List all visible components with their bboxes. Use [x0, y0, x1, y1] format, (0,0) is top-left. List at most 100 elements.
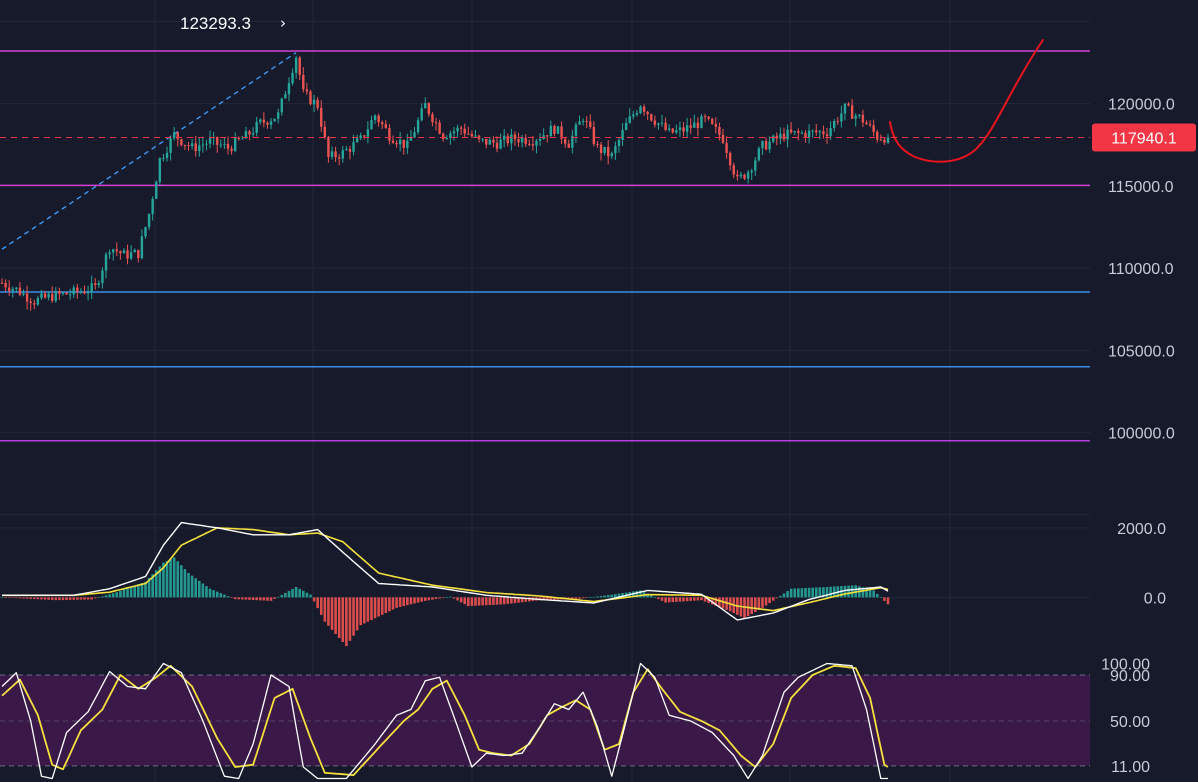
macd-histogram-bar	[58, 597, 61, 601]
macd-histogram-bar	[183, 569, 187, 598]
candle-body	[682, 127, 685, 132]
macd-histogram-bar	[850, 585, 854, 598]
macd-histogram-bar	[789, 588, 793, 598]
macd-histogram-bar	[305, 592, 309, 598]
macd-histogram-bar	[280, 594, 284, 598]
macd-histogram-bar	[689, 597, 693, 601]
candle-body	[284, 94, 287, 99]
candle-body	[743, 174, 746, 179]
candle-body	[642, 106, 646, 112]
macd-histogram-bar	[585, 597, 588, 598]
macd-histogram-bar	[768, 597, 771, 604]
candle-body	[560, 126, 563, 139]
candle-body	[854, 115, 857, 119]
candle-body	[628, 116, 631, 123]
candle-body	[370, 119, 373, 130]
current-price-tag-label: 117940.1	[1111, 130, 1177, 147]
macd-histogram-bar	[262, 597, 266, 601]
macd-histogram-bar	[355, 597, 359, 631]
macd-histogram-bar	[11, 597, 15, 598]
trading-chart[interactable]: 117940.1 123293.3 › 120000.0 115000.0 1100…	[0, 0, 1198, 782]
macd-histogram-bar	[847, 585, 850, 598]
macd-histogram-bar	[190, 575, 194, 598]
candle-body	[83, 291, 86, 294]
chart-background	[0, 0, 1198, 782]
macd-histogram-bar	[610, 594, 614, 598]
candle-body	[578, 121, 581, 125]
candle-body	[43, 293, 47, 298]
candle-body	[76, 287, 79, 292]
candle-body	[563, 138, 567, 144]
macd-histogram-bar	[592, 596, 596, 598]
candle-body	[556, 126, 560, 134]
candle-body	[262, 119, 266, 123]
price-axis-tick-label: 105000.0	[1108, 343, 1175, 360]
candle-body	[804, 132, 807, 138]
macd-histogram-bar	[50, 597, 54, 600]
macd-histogram-bar	[434, 597, 438, 600]
candle-body	[194, 143, 197, 152]
candle-body	[549, 125, 553, 137]
stoch-axis-tick-label: 50.00	[1110, 714, 1150, 731]
candle-body	[639, 106, 642, 114]
candle-body	[481, 138, 484, 140]
macd-histogram-bar	[197, 580, 201, 598]
candle-body	[553, 125, 556, 134]
candle-body	[797, 131, 800, 133]
candle-body	[653, 120, 657, 125]
macd-histogram-bar	[793, 588, 797, 598]
candle-body	[761, 140, 764, 149]
candle-body	[825, 134, 829, 137]
candle-body	[574, 124, 578, 136]
candle-body	[363, 135, 366, 137]
candle-body	[506, 135, 509, 144]
candle-body	[101, 270, 104, 284]
candle-body	[359, 135, 362, 139]
candle-body	[294, 57, 298, 73]
candle-body	[25, 293, 29, 302]
macd-histogram-bar	[660, 597, 664, 601]
macd-histogram-bar	[205, 586, 208, 598]
candle-body	[865, 122, 868, 125]
candle-body	[879, 139, 883, 141]
macd-histogram-bar	[255, 597, 258, 601]
candle-body	[502, 135, 506, 140]
candle-body	[646, 111, 649, 115]
macd-histogram-bar	[302, 590, 305, 598]
macd-histogram-bar	[420, 597, 423, 602]
macd-histogram-bar	[721, 597, 725, 609]
candle-body	[384, 124, 388, 129]
candle-body	[567, 143, 570, 148]
candle-body	[592, 127, 596, 144]
macd-histogram-bar	[753, 597, 757, 612]
candle-body	[122, 250, 126, 254]
macd-histogram-bar	[463, 597, 467, 605]
candle-body	[395, 142, 398, 145]
candle-body	[22, 293, 25, 295]
macd-axis-tick-label: 2000.0	[1117, 521, 1166, 538]
candle-body	[237, 137, 240, 140]
macd-histogram-bar	[215, 591, 219, 598]
candle-body	[277, 112, 280, 119]
peak-arrow-icon: ›	[280, 14, 286, 32]
candle-body	[800, 132, 804, 134]
candle-body	[230, 148, 233, 151]
macd-histogram-bar	[7, 597, 11, 598]
candle-body	[420, 108, 423, 121]
macd-histogram-bar	[248, 597, 251, 600]
macd-histogram-bar	[692, 597, 696, 601]
macd-histogram-bar	[449, 596, 452, 598]
candle-body	[391, 140, 395, 143]
candle-body	[868, 124, 872, 126]
macd-histogram-bar	[219, 593, 223, 598]
macd-histogram-bar	[32, 597, 36, 600]
candle-body	[754, 160, 757, 171]
macd-histogram-bar	[685, 597, 689, 602]
candle-body	[147, 213, 151, 228]
candle-body	[807, 130, 811, 138]
candle-body	[757, 148, 761, 161]
macd-histogram-bar	[667, 597, 671, 603]
candle-body	[657, 123, 660, 125]
candle-body	[47, 293, 50, 298]
candle-body	[585, 121, 588, 123]
